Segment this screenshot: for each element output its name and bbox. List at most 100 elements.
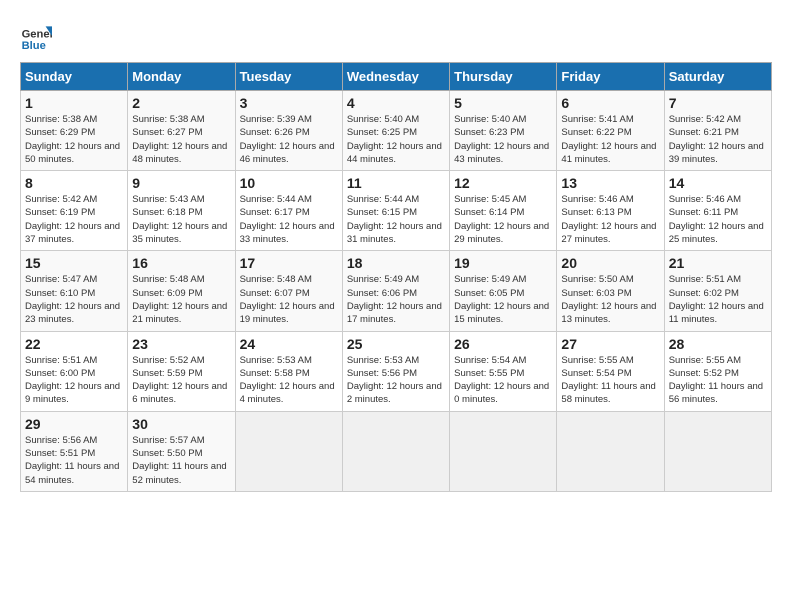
header-wednesday: Wednesday	[342, 63, 449, 91]
day-detail: Sunrise: 5:38 AMSunset: 6:27 PMDaylight:…	[132, 114, 227, 165]
header-tuesday: Tuesday	[235, 63, 342, 91]
day-number: 8	[25, 175, 123, 191]
day-detail: Sunrise: 5:54 AMSunset: 5:55 PMDaylight:…	[454, 355, 549, 406]
day-cell: 1 Sunrise: 5:38 AMSunset: 6:29 PMDayligh…	[21, 91, 128, 171]
day-detail: Sunrise: 5:46 AMSunset: 6:13 PMDaylight:…	[561, 194, 656, 245]
header-sunday: Sunday	[21, 63, 128, 91]
day-number: 9	[132, 175, 230, 191]
day-cell	[342, 411, 449, 491]
day-detail: Sunrise: 5:44 AMSunset: 6:17 PMDaylight:…	[240, 194, 335, 245]
day-cell	[557, 411, 664, 491]
day-detail: Sunrise: 5:41 AMSunset: 6:22 PMDaylight:…	[561, 114, 656, 165]
day-number: 27	[561, 336, 659, 352]
svg-text:Blue: Blue	[22, 40, 46, 52]
week-row-1: 1 Sunrise: 5:38 AMSunset: 6:29 PMDayligh…	[21, 91, 772, 171]
day-number: 23	[132, 336, 230, 352]
day-cell: 19 Sunrise: 5:49 AMSunset: 6:05 PMDaylig…	[450, 251, 557, 331]
day-number: 15	[25, 255, 123, 271]
day-cell: 25 Sunrise: 5:53 AMSunset: 5:56 PMDaylig…	[342, 331, 449, 411]
day-cell: 17 Sunrise: 5:48 AMSunset: 6:07 PMDaylig…	[235, 251, 342, 331]
day-number: 2	[132, 95, 230, 111]
day-detail: Sunrise: 5:51 AMSunset: 6:02 PMDaylight:…	[669, 274, 764, 325]
day-number: 11	[347, 175, 445, 191]
day-number: 25	[347, 336, 445, 352]
day-cell: 14 Sunrise: 5:46 AMSunset: 6:11 PMDaylig…	[664, 171, 771, 251]
day-detail: Sunrise: 5:49 AMSunset: 6:06 PMDaylight:…	[347, 274, 442, 325]
day-detail: Sunrise: 5:53 AMSunset: 5:58 PMDaylight:…	[240, 355, 335, 406]
day-detail: Sunrise: 5:45 AMSunset: 6:14 PMDaylight:…	[454, 194, 549, 245]
day-cell: 4 Sunrise: 5:40 AMSunset: 6:25 PMDayligh…	[342, 91, 449, 171]
day-number: 13	[561, 175, 659, 191]
day-detail: Sunrise: 5:42 AMSunset: 6:19 PMDaylight:…	[25, 194, 120, 245]
day-detail: Sunrise: 5:50 AMSunset: 6:03 PMDaylight:…	[561, 274, 656, 325]
day-number: 24	[240, 336, 338, 352]
day-number: 17	[240, 255, 338, 271]
day-cell: 27 Sunrise: 5:55 AMSunset: 5:54 PMDaylig…	[557, 331, 664, 411]
day-cell: 13 Sunrise: 5:46 AMSunset: 6:13 PMDaylig…	[557, 171, 664, 251]
svg-text:General: General	[22, 29, 52, 41]
day-cell	[664, 411, 771, 491]
header-friday: Friday	[557, 63, 664, 91]
week-row-5: 29 Sunrise: 5:56 AMSunset: 5:51 PMDaylig…	[21, 411, 772, 491]
day-detail: Sunrise: 5:56 AMSunset: 5:51 PMDaylight:…	[25, 435, 119, 486]
day-detail: Sunrise: 5:40 AMSunset: 6:25 PMDaylight:…	[347, 114, 442, 165]
day-cell: 5 Sunrise: 5:40 AMSunset: 6:23 PMDayligh…	[450, 91, 557, 171]
logo-icon: General Blue	[20, 20, 52, 52]
day-cell: 29 Sunrise: 5:56 AMSunset: 5:51 PMDaylig…	[21, 411, 128, 491]
day-number: 12	[454, 175, 552, 191]
day-number: 16	[132, 255, 230, 271]
day-cell: 2 Sunrise: 5:38 AMSunset: 6:27 PMDayligh…	[128, 91, 235, 171]
day-detail: Sunrise: 5:57 AMSunset: 5:50 PMDaylight:…	[132, 435, 226, 486]
day-cell: 21 Sunrise: 5:51 AMSunset: 6:02 PMDaylig…	[664, 251, 771, 331]
week-row-4: 22 Sunrise: 5:51 AMSunset: 6:00 PMDaylig…	[21, 331, 772, 411]
day-cell: 9 Sunrise: 5:43 AMSunset: 6:18 PMDayligh…	[128, 171, 235, 251]
day-detail: Sunrise: 5:42 AMSunset: 6:21 PMDaylight:…	[669, 114, 764, 165]
day-detail: Sunrise: 5:49 AMSunset: 6:05 PMDaylight:…	[454, 274, 549, 325]
day-cell: 15 Sunrise: 5:47 AMSunset: 6:10 PMDaylig…	[21, 251, 128, 331]
day-number: 1	[25, 95, 123, 111]
day-detail: Sunrise: 5:38 AMSunset: 6:29 PMDaylight:…	[25, 114, 120, 165]
day-detail: Sunrise: 5:55 AMSunset: 5:52 PMDaylight:…	[669, 355, 763, 406]
day-number: 3	[240, 95, 338, 111]
day-cell: 20 Sunrise: 5:50 AMSunset: 6:03 PMDaylig…	[557, 251, 664, 331]
day-number: 30	[132, 416, 230, 432]
day-cell: 6 Sunrise: 5:41 AMSunset: 6:22 PMDayligh…	[557, 91, 664, 171]
day-cell: 28 Sunrise: 5:55 AMSunset: 5:52 PMDaylig…	[664, 331, 771, 411]
header-thursday: Thursday	[450, 63, 557, 91]
header-saturday: Saturday	[664, 63, 771, 91]
day-number: 6	[561, 95, 659, 111]
day-cell: 26 Sunrise: 5:54 AMSunset: 5:55 PMDaylig…	[450, 331, 557, 411]
day-number: 5	[454, 95, 552, 111]
day-detail: Sunrise: 5:48 AMSunset: 6:09 PMDaylight:…	[132, 274, 227, 325]
day-cell: 30 Sunrise: 5:57 AMSunset: 5:50 PMDaylig…	[128, 411, 235, 491]
day-cell: 22 Sunrise: 5:51 AMSunset: 6:00 PMDaylig…	[21, 331, 128, 411]
day-detail: Sunrise: 5:53 AMSunset: 5:56 PMDaylight:…	[347, 355, 442, 406]
day-detail: Sunrise: 5:43 AMSunset: 6:18 PMDaylight:…	[132, 194, 227, 245]
day-number: 10	[240, 175, 338, 191]
day-detail: Sunrise: 5:51 AMSunset: 6:00 PMDaylight:…	[25, 355, 120, 406]
day-cell	[450, 411, 557, 491]
day-cell: 24 Sunrise: 5:53 AMSunset: 5:58 PMDaylig…	[235, 331, 342, 411]
logo: General Blue	[20, 20, 52, 52]
day-detail: Sunrise: 5:55 AMSunset: 5:54 PMDaylight:…	[561, 355, 655, 406]
day-number: 18	[347, 255, 445, 271]
day-detail: Sunrise: 5:52 AMSunset: 5:59 PMDaylight:…	[132, 355, 227, 406]
week-row-3: 15 Sunrise: 5:47 AMSunset: 6:10 PMDaylig…	[21, 251, 772, 331]
day-detail: Sunrise: 5:46 AMSunset: 6:11 PMDaylight:…	[669, 194, 764, 245]
day-detail: Sunrise: 5:44 AMSunset: 6:15 PMDaylight:…	[347, 194, 442, 245]
day-cell: 23 Sunrise: 5:52 AMSunset: 5:59 PMDaylig…	[128, 331, 235, 411]
day-cell: 12 Sunrise: 5:45 AMSunset: 6:14 PMDaylig…	[450, 171, 557, 251]
day-cell	[235, 411, 342, 491]
day-cell: 18 Sunrise: 5:49 AMSunset: 6:06 PMDaylig…	[342, 251, 449, 331]
day-cell: 3 Sunrise: 5:39 AMSunset: 6:26 PMDayligh…	[235, 91, 342, 171]
day-detail: Sunrise: 5:39 AMSunset: 6:26 PMDaylight:…	[240, 114, 335, 165]
day-number: 29	[25, 416, 123, 432]
day-number: 26	[454, 336, 552, 352]
day-number: 22	[25, 336, 123, 352]
day-cell: 10 Sunrise: 5:44 AMSunset: 6:17 PMDaylig…	[235, 171, 342, 251]
day-cell: 11 Sunrise: 5:44 AMSunset: 6:15 PMDaylig…	[342, 171, 449, 251]
day-cell: 8 Sunrise: 5:42 AMSunset: 6:19 PMDayligh…	[21, 171, 128, 251]
day-number: 4	[347, 95, 445, 111]
week-row-2: 8 Sunrise: 5:42 AMSunset: 6:19 PMDayligh…	[21, 171, 772, 251]
day-detail: Sunrise: 5:40 AMSunset: 6:23 PMDaylight:…	[454, 114, 549, 165]
